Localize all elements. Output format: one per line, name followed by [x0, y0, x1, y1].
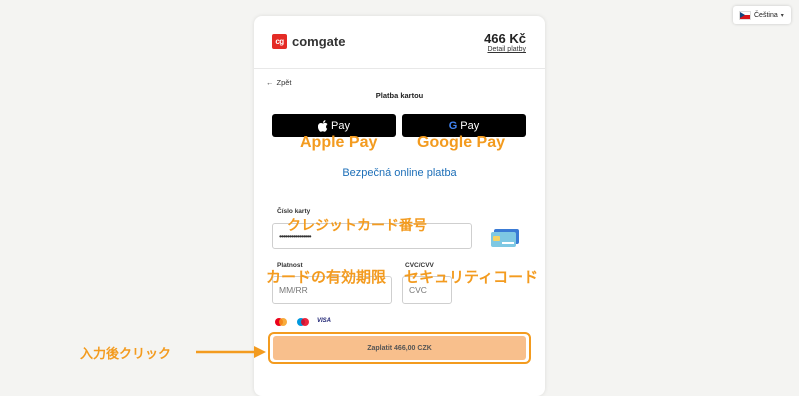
apple-pay-label: Pay	[331, 119, 350, 132]
cvc-annotation: セキュリティコード	[404, 269, 539, 286]
credit-card-icon	[491, 229, 519, 247]
brand-name: comgate	[292, 34, 346, 49]
back-label: Zpět	[276, 78, 292, 87]
click-after-input-annotation: 入力後クリック	[80, 346, 172, 361]
visa-icon: VISA	[317, 318, 332, 324]
arrow-left-icon: ←	[266, 78, 274, 87]
mastercard-icon	[275, 318, 287, 326]
language-selector[interactable]: Čeština ▾	[733, 6, 791, 24]
payment-detail-link[interactable]: Detail platby	[487, 46, 526, 53]
secure-payment-text: Bezpečná online platba	[342, 167, 457, 179]
language-label: Čeština	[754, 11, 778, 19]
google-pay-label: Pay	[460, 119, 480, 132]
header-divider	[254, 68, 545, 69]
arrow-right-icon	[196, 346, 266, 358]
card-number-label: Číslo karty	[277, 208, 311, 215]
google-icon: G	[448, 119, 458, 132]
chevron-down-icon: ▾	[780, 12, 784, 19]
pay-button[interactable]: Zaplatit 466,00 CZK	[273, 336, 526, 360]
czech-flag-icon	[739, 10, 751, 20]
card-number-annotation: クレジットカード番号	[287, 217, 427, 233]
apple-icon	[318, 119, 328, 132]
apple-pay-annotation: Apple Pay	[300, 134, 378, 151]
comgate-logo-icon: cg	[272, 34, 287, 49]
expiry-annotation: カードの有効期限	[266, 269, 387, 286]
page-title: Platba kartou	[375, 91, 424, 100]
back-link[interactable]: ← Zpět	[266, 78, 292, 87]
payment-amount: 466 Kč	[484, 31, 526, 46]
maestro-icon	[297, 318, 309, 326]
google-pay-annotation: Google Pay	[417, 134, 506, 151]
payment-card: cg comgate 466 Kč Detail platby ← Zpět P…	[254, 16, 545, 396]
